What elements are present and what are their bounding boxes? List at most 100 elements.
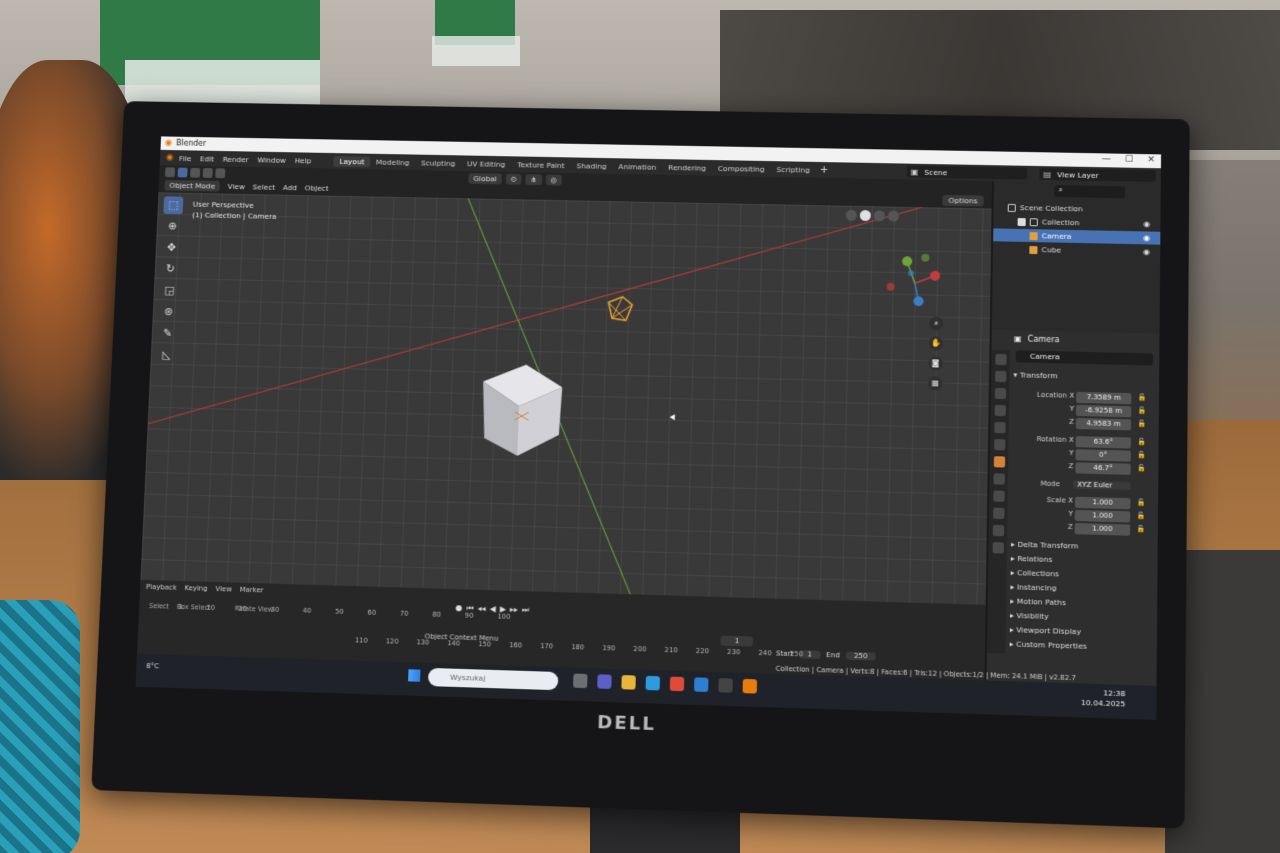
lock-icon[interactable]: 🔓 (1137, 393, 1146, 401)
timeline-menu-view[interactable]: View (215, 585, 232, 593)
constraint-tab-icon[interactable] (992, 507, 1004, 520)
panel-custom-properties[interactable]: ▸ Custom Properties (1010, 639, 1154, 658)
select-box-icon[interactable] (177, 167, 188, 178)
timeline-menu-marker[interactable]: Marker (239, 586, 263, 595)
outliner-cube[interactable]: Cube ◉ (993, 242, 1160, 258)
lock-icon[interactable]: 🔓 (1137, 419, 1146, 427)
tab-texture-paint[interactable]: Texture Paint (511, 159, 571, 171)
snap-icon[interactable]: ⋔ (525, 174, 542, 186)
navigation-gizmo[interactable] (884, 251, 945, 312)
scale-x-field[interactable]: 1.000 (1074, 496, 1131, 510)
scale-tool-icon[interactable]: ◲ (159, 282, 179, 300)
tab-animation[interactable]: Animation (612, 161, 662, 173)
select-invert-icon[interactable] (215, 168, 226, 179)
object-name-field[interactable]: Camera (1015, 350, 1154, 366)
menu-object[interactable]: Object (305, 184, 329, 193)
annotate-tool-icon[interactable]: ✎ (157, 325, 177, 343)
timeline-menu-keying[interactable]: Keying (184, 584, 207, 593)
location-y-field[interactable]: -6.9258 m (1076, 404, 1132, 418)
lock-icon[interactable]: 🔓 (1136, 498, 1145, 506)
select-extend-icon[interactable] (190, 167, 201, 178)
wireframe-shading-icon[interactable] (845, 209, 857, 221)
taskbar-clock[interactable]: 12:38 10.04.2025 (1081, 688, 1126, 710)
minimize-icon[interactable]: — (1102, 154, 1111, 164)
taskbar-search-input[interactable]: Wyszukaj (427, 667, 559, 691)
task-view-icon[interactable] (573, 673, 588, 689)
editor-type-icon[interactable] (165, 167, 176, 178)
timeline-menu-playback[interactable]: Playback (146, 583, 177, 592)
lock-icon[interactable]: 🔓 (1136, 525, 1145, 533)
menu-help[interactable]: Help (295, 156, 312, 165)
end-frame-field[interactable]: 250 (845, 651, 876, 661)
menu-select[interactable]: Select (252, 183, 275, 192)
menu-render[interactable]: Render (223, 154, 249, 163)
maximize-icon[interactable]: ☐ (1125, 155, 1133, 165)
edge-icon[interactable] (645, 675, 661, 691)
texture-tab-icon[interactable] (992, 542, 1004, 554)
orientation-dropdown[interactable]: Global (468, 173, 502, 185)
object-mode-dropdown[interactable]: Object Mode (164, 179, 221, 192)
lock-icon[interactable]: 🔓 (1136, 512, 1145, 520)
view-layer-tab-icon[interactable] (994, 404, 1006, 417)
menu-file[interactable]: File (179, 154, 192, 163)
rotate-tool-icon[interactable]: ↻ (160, 260, 180, 278)
tab-layout[interactable]: Layout (333, 155, 371, 167)
scene-tab-icon[interactable] (993, 421, 1006, 434)
next-keyframe-icon[interactable]: ▸▸ (510, 605, 518, 615)
options-dropdown[interactable]: Options (942, 194, 984, 207)
menu-view[interactable]: View (227, 182, 245, 191)
scale-z-field[interactable]: 1.000 (1074, 523, 1131, 536)
rotation-z-field[interactable]: 46.7° (1075, 462, 1131, 475)
material-shading-icon[interactable] (873, 210, 886, 222)
rotation-y-field[interactable]: 0° (1075, 449, 1131, 462)
eye-icon[interactable]: ◉ (1143, 219, 1150, 228)
grid-view-icon[interactable]: ▦ (928, 376, 943, 391)
tab-scripting[interactable]: Scripting (770, 164, 815, 176)
modifier-tab-icon[interactable] (993, 473, 1005, 485)
move-tool-icon[interactable]: ✥ (161, 239, 181, 257)
scene-selector[interactable]: ▣ Scene (906, 165, 1028, 180)
select-tool-icon[interactable]: ⬚ (163, 196, 184, 215)
tab-modeling[interactable]: Modeling (370, 156, 415, 168)
camera-view-icon[interactable]: ◙ (928, 356, 943, 371)
camera-object[interactable] (604, 294, 637, 324)
tab-shading[interactable]: Shading (571, 160, 613, 172)
cursor-tool-icon[interactable]: ⊕ (162, 218, 182, 236)
proportional-edit-icon[interactable]: ◎ (545, 174, 563, 186)
transform-panel-header[interactable]: ▾ Transform (1013, 370, 1057, 380)
transform-tool-icon[interactable]: ⊛ (158, 303, 178, 321)
tool-tab-icon[interactable] (994, 353, 1007, 366)
physics-tab-icon[interactable] (992, 490, 1005, 502)
zoom-icon[interactable]: ⌕ (929, 316, 944, 331)
object-tab-icon[interactable] (993, 456, 1005, 468)
jump-end-icon[interactable]: ⏭ (522, 605, 529, 615)
blender-menu-icon[interactable]: ◉ (166, 153, 174, 163)
menu-window[interactable]: Window (257, 155, 286, 164)
blender-taskbar-icon[interactable] (742, 678, 758, 694)
pan-hand-icon[interactable]: ✋ (928, 336, 944, 351)
lock-icon[interactable]: 🔓 (1137, 464, 1146, 472)
tab-sculpting[interactable]: Sculpting (415, 157, 461, 169)
eye-icon[interactable]: ◉ (1143, 247, 1150, 256)
output-tab-icon[interactable] (994, 387, 1006, 400)
location-z-field[interactable]: 4.9583 m (1075, 417, 1132, 431)
add-workspace-icon[interactable]: + (820, 164, 829, 175)
view-layer-selector[interactable]: ▤ View Layer (1039, 168, 1156, 183)
current-frame-field[interactable]: 1 (720, 635, 754, 647)
store-icon[interactable] (693, 677, 709, 693)
location-x-field[interactable]: 7.3589 m (1076, 391, 1132, 405)
outliner-search-input[interactable]: ⌕ (1054, 185, 1126, 199)
terminal-icon[interactable] (718, 678, 733, 693)
eye-icon[interactable]: ◉ (1143, 233, 1150, 242)
file-explorer-icon[interactable] (621, 675, 636, 690)
tab-compositing[interactable]: Compositing (712, 162, 771, 174)
windows-start-icon[interactable] (408, 669, 421, 682)
lock-icon[interactable]: 🔓 (1137, 438, 1146, 446)
tab-uv-editing[interactable]: UV Editing (461, 158, 511, 170)
render-tab-icon[interactable] (994, 370, 1006, 383)
rendered-shading-icon[interactable] (887, 210, 900, 222)
select-subtract-icon[interactable] (202, 168, 213, 178)
world-tab-icon[interactable] (993, 439, 1005, 451)
tab-rendering[interactable]: Rendering (662, 162, 712, 174)
cube-object[interactable] (476, 363, 568, 460)
